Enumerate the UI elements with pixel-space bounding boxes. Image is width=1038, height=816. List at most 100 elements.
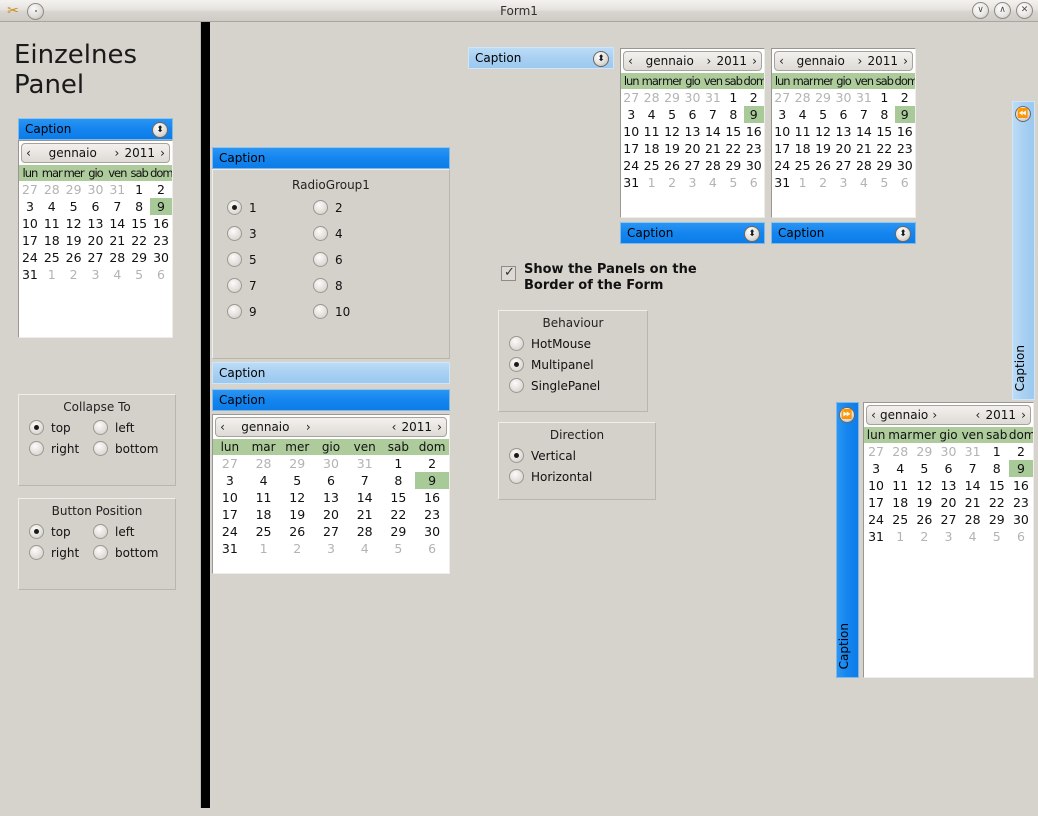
calendar-day-cell[interactable]: 27 bbox=[19, 181, 41, 198]
calendar-day-cell[interactable]: 4 bbox=[888, 460, 912, 477]
calendar-day-cell[interactable]: 16 bbox=[744, 123, 764, 140]
radio-icon[interactable] bbox=[227, 200, 242, 215]
radio-icon[interactable] bbox=[509, 336, 524, 351]
calendar-day-cell[interactable]: 27 bbox=[682, 157, 702, 174]
calendar-day-cell[interactable]: 2 bbox=[895, 89, 915, 106]
next-year-icon[interactable]: › bbox=[1017, 408, 1030, 422]
calendar-day-cell[interactable]: 21 bbox=[106, 232, 128, 249]
calendar-day-cell[interactable]: 19 bbox=[813, 140, 833, 157]
calendar-day-cell[interactable]: 4 bbox=[961, 528, 985, 545]
calendar-day-cell[interactable]: 16 bbox=[150, 215, 172, 232]
calendar-day-cell[interactable]: 29 bbox=[985, 511, 1009, 528]
calendar-day-cell[interactable]: 29 bbox=[128, 249, 150, 266]
calendar-day-cell[interactable]: 17 bbox=[772, 140, 792, 157]
calendar-day-cell[interactable]: 27 bbox=[314, 523, 348, 540]
radio-option-5[interactable]: 5 bbox=[227, 252, 299, 267]
radio-collapse-top[interactable]: top bbox=[29, 420, 89, 435]
calendar-day-cell[interactable]: 9 bbox=[894, 106, 915, 123]
calendar-day-cell[interactable]: 30 bbox=[1009, 511, 1033, 528]
calendar-day-cell[interactable]: 31 bbox=[772, 174, 792, 191]
calendar-day-cell[interactable]: 28 bbox=[792, 89, 812, 106]
calendar-day-cell[interactable]: 1 bbox=[128, 181, 150, 198]
calendar-day-cell[interactable]: 11 bbox=[41, 215, 63, 232]
calendar-day-cell[interactable]: 28 bbox=[106, 249, 128, 266]
calendar-day-cell[interactable]: 25 bbox=[888, 511, 912, 528]
radio-collapse-right[interactable]: right bbox=[29, 441, 89, 456]
calendar-day-cell[interactable]: 10 bbox=[621, 123, 641, 140]
calendar-day-cell[interactable]: 10 bbox=[19, 215, 41, 232]
calendar-day-cell[interactable]: 2 bbox=[415, 455, 449, 472]
next-month-icon[interactable]: › bbox=[853, 54, 866, 68]
calendar-day-cell[interactable]: 6 bbox=[85, 198, 107, 215]
radio-button-left[interactable]: left bbox=[93, 524, 163, 539]
calendar-day-cell[interactable]: 3 bbox=[833, 174, 853, 191]
calendar-day-cell[interactable]: 6 bbox=[744, 174, 764, 191]
calendar-day-cell[interactable]: 23 bbox=[895, 140, 915, 157]
calendar-day-cell[interactable]: 2 bbox=[63, 266, 85, 283]
calendar-day-cell[interactable]: 14 bbox=[348, 489, 382, 506]
radio-icon[interactable] bbox=[93, 420, 108, 435]
radio-option-4[interactable]: 4 bbox=[313, 226, 385, 241]
calendar-day-cell[interactable]: 4 bbox=[247, 472, 281, 489]
calendar-day-cell[interactable]: 30 bbox=[150, 249, 172, 266]
calendar-day-cell[interactable]: 4 bbox=[106, 266, 128, 283]
calendar-day-cell[interactable]: 4 bbox=[41, 198, 63, 215]
panel-caption-bar-2[interactable]: Caption bbox=[212, 362, 450, 384]
close-button[interactable]: ✕ bbox=[1016, 2, 1033, 19]
show-panels-checkbox[interactable]: Show the Panels on the Border of the For… bbox=[501, 262, 731, 294]
calendar-day-cell[interactable]: 23 bbox=[1009, 494, 1033, 511]
calendar-day-cell[interactable]: 20 bbox=[936, 494, 960, 511]
radio-button-top[interactable]: top bbox=[29, 524, 89, 539]
calendar-day-cell[interactable]: 30 bbox=[744, 157, 764, 174]
calendar-day-cell[interactable]: 11 bbox=[792, 123, 812, 140]
next-year-icon[interactable]: › bbox=[156, 146, 169, 160]
calendar-day-cell[interactable]: 20 bbox=[314, 506, 348, 523]
calendar-day-cell[interactable]: 12 bbox=[813, 123, 833, 140]
calendar-day-cell[interactable]: 21 bbox=[703, 140, 723, 157]
calendar-day-cell[interactable]: 20 bbox=[833, 140, 853, 157]
radio-icon[interactable] bbox=[29, 524, 44, 539]
calendar-day-cell[interactable]: 28 bbox=[348, 523, 382, 540]
calendar-day-cell[interactable]: 25 bbox=[41, 249, 63, 266]
dot-icon[interactable] bbox=[27, 2, 44, 20]
calendar-day-cell[interactable]: 31 bbox=[961, 443, 985, 460]
calendar-day-cell[interactable]: 15 bbox=[382, 489, 416, 506]
radio-icon[interactable] bbox=[313, 278, 328, 293]
calendar-day-cell[interactable]: 2 bbox=[280, 540, 314, 557]
calendar-day-cell[interactable]: 18 bbox=[792, 140, 812, 157]
calendar-day-cell[interactable]: 29 bbox=[874, 157, 894, 174]
calendar-day-cell[interactable]: 9 bbox=[150, 198, 172, 215]
radio-icon[interactable] bbox=[227, 304, 242, 319]
radio-icon[interactable] bbox=[227, 226, 242, 241]
calendar-day-cell[interactable]: 20 bbox=[682, 140, 702, 157]
calendar-day-cell[interactable]: 8 bbox=[723, 106, 743, 123]
calendar-day-cell[interactable]: 15 bbox=[874, 123, 894, 140]
panel-caption-bar[interactable]: Caption ⬍ bbox=[771, 222, 916, 244]
calendar-day-cell[interactable]: 19 bbox=[912, 494, 936, 511]
panel-caption-bar-3[interactable]: Caption bbox=[212, 389, 450, 411]
calendar-day-cell[interactable]: 24 bbox=[864, 511, 888, 528]
calendar-day-cell[interactable]: 29 bbox=[723, 157, 743, 174]
calendar-day-cell[interactable]: 28 bbox=[41, 181, 63, 198]
calendar-day-cell[interactable]: 1 bbox=[247, 540, 281, 557]
calendar-day-cell[interactable]: 22 bbox=[723, 140, 743, 157]
calendar-day-cell[interactable]: 19 bbox=[63, 232, 85, 249]
calendar-day-cell[interactable]: 27 bbox=[864, 443, 888, 460]
calendar-day-cell[interactable]: 31 bbox=[106, 181, 128, 198]
calendar-day-cell[interactable]: 28 bbox=[703, 157, 723, 174]
calendar-day-cell[interactable]: 13 bbox=[833, 123, 853, 140]
radio-singlepanel[interactable]: SinglePanel bbox=[509, 378, 647, 393]
panel-caption-bar[interactable]: Caption ⬍ bbox=[18, 118, 173, 140]
radio-icon[interactable] bbox=[509, 448, 524, 463]
calendar-day-cell[interactable]: 7 bbox=[348, 472, 382, 489]
calendar-day-cell[interactable]: 8 bbox=[985, 460, 1009, 477]
calendar-day-cell[interactable]: 6 bbox=[833, 106, 853, 123]
vertical-splitter[interactable] bbox=[201, 22, 210, 808]
calendar-day-cell[interactable]: 9 bbox=[1008, 460, 1033, 477]
calendar-day-cell[interactable]: 25 bbox=[247, 523, 281, 540]
calendar-day-cell[interactable]: 3 bbox=[213, 472, 247, 489]
radio-icon[interactable] bbox=[313, 304, 328, 319]
calendar-day-cell[interactable]: 27 bbox=[833, 157, 853, 174]
calendar-day-cell[interactable]: 3 bbox=[936, 528, 960, 545]
calendar-day-cell[interactable]: 4 bbox=[348, 540, 382, 557]
